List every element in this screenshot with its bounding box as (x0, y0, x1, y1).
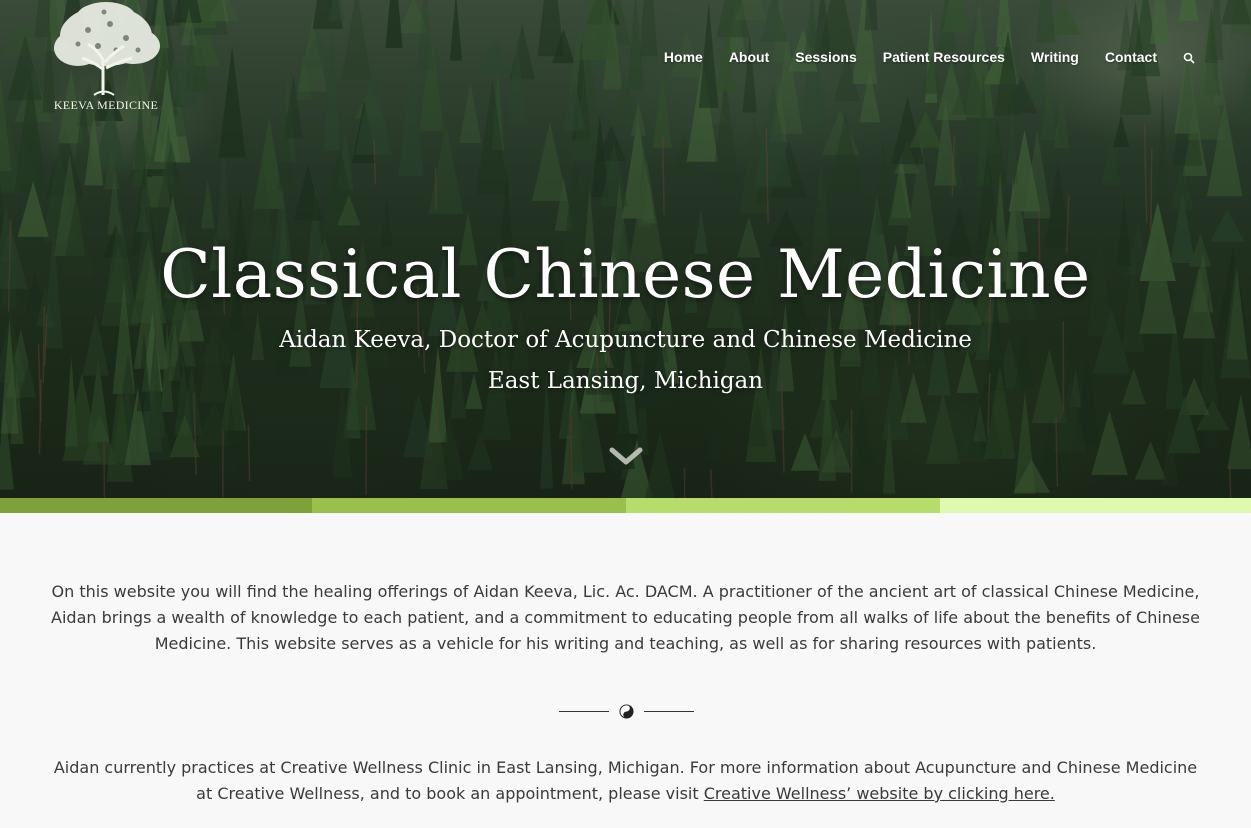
stripe-segment (312, 498, 626, 513)
site-logo[interactable]: KEEVA MEDICINE (48, 0, 164, 116)
page: KEEVA MEDICINE Home About Sessions Patie… (0, 0, 1251, 828)
intro-section: On this website you will find the healin… (0, 513, 1251, 828)
stripe-segment (940, 498, 1251, 513)
logo-text: KEEVA MEDICINE (53, 98, 159, 112)
yin-yang-icon (619, 704, 634, 719)
creative-wellness-link[interactable]: Creative Wellness’ website by clicking h… (704, 784, 1055, 803)
divider-line (644, 711, 694, 712)
section-divider (559, 703, 694, 721)
stripe-segment (626, 498, 940, 513)
search-icon[interactable] (1183, 51, 1195, 64)
nav-writing[interactable]: Writing (1031, 49, 1079, 65)
nav-patient-resources[interactable]: Patient Resources (883, 49, 1005, 65)
hero-section: KEEVA MEDICINE Home About Sessions Patie… (0, 0, 1251, 498)
color-stripe (0, 498, 1251, 513)
stripe-segment (0, 498, 312, 513)
hero-subtitle: Aidan Keeva, Doctor of Acupuncture and C… (279, 327, 972, 353)
hero-title: Classical Chinese Medicine (160, 236, 1091, 313)
nav-sessions[interactable]: Sessions (795, 49, 856, 65)
tree-icon (54, 2, 160, 96)
nav-about[interactable]: About (729, 49, 769, 65)
nav-contact[interactable]: Contact (1105, 49, 1157, 65)
practice-paragraph: Aidan currently practices at Creative We… (44, 755, 1207, 807)
divider-line (559, 711, 609, 712)
hero-location: East Lansing, Michigan (487, 368, 764, 394)
main-nav: Home About Sessions Patient Resources Wr… (664, 46, 1195, 68)
intro-paragraph: On this website you will find the healin… (51, 582, 1200, 653)
nav-home[interactable]: Home (664, 49, 703, 65)
chevron-down-icon[interactable] (609, 446, 643, 466)
